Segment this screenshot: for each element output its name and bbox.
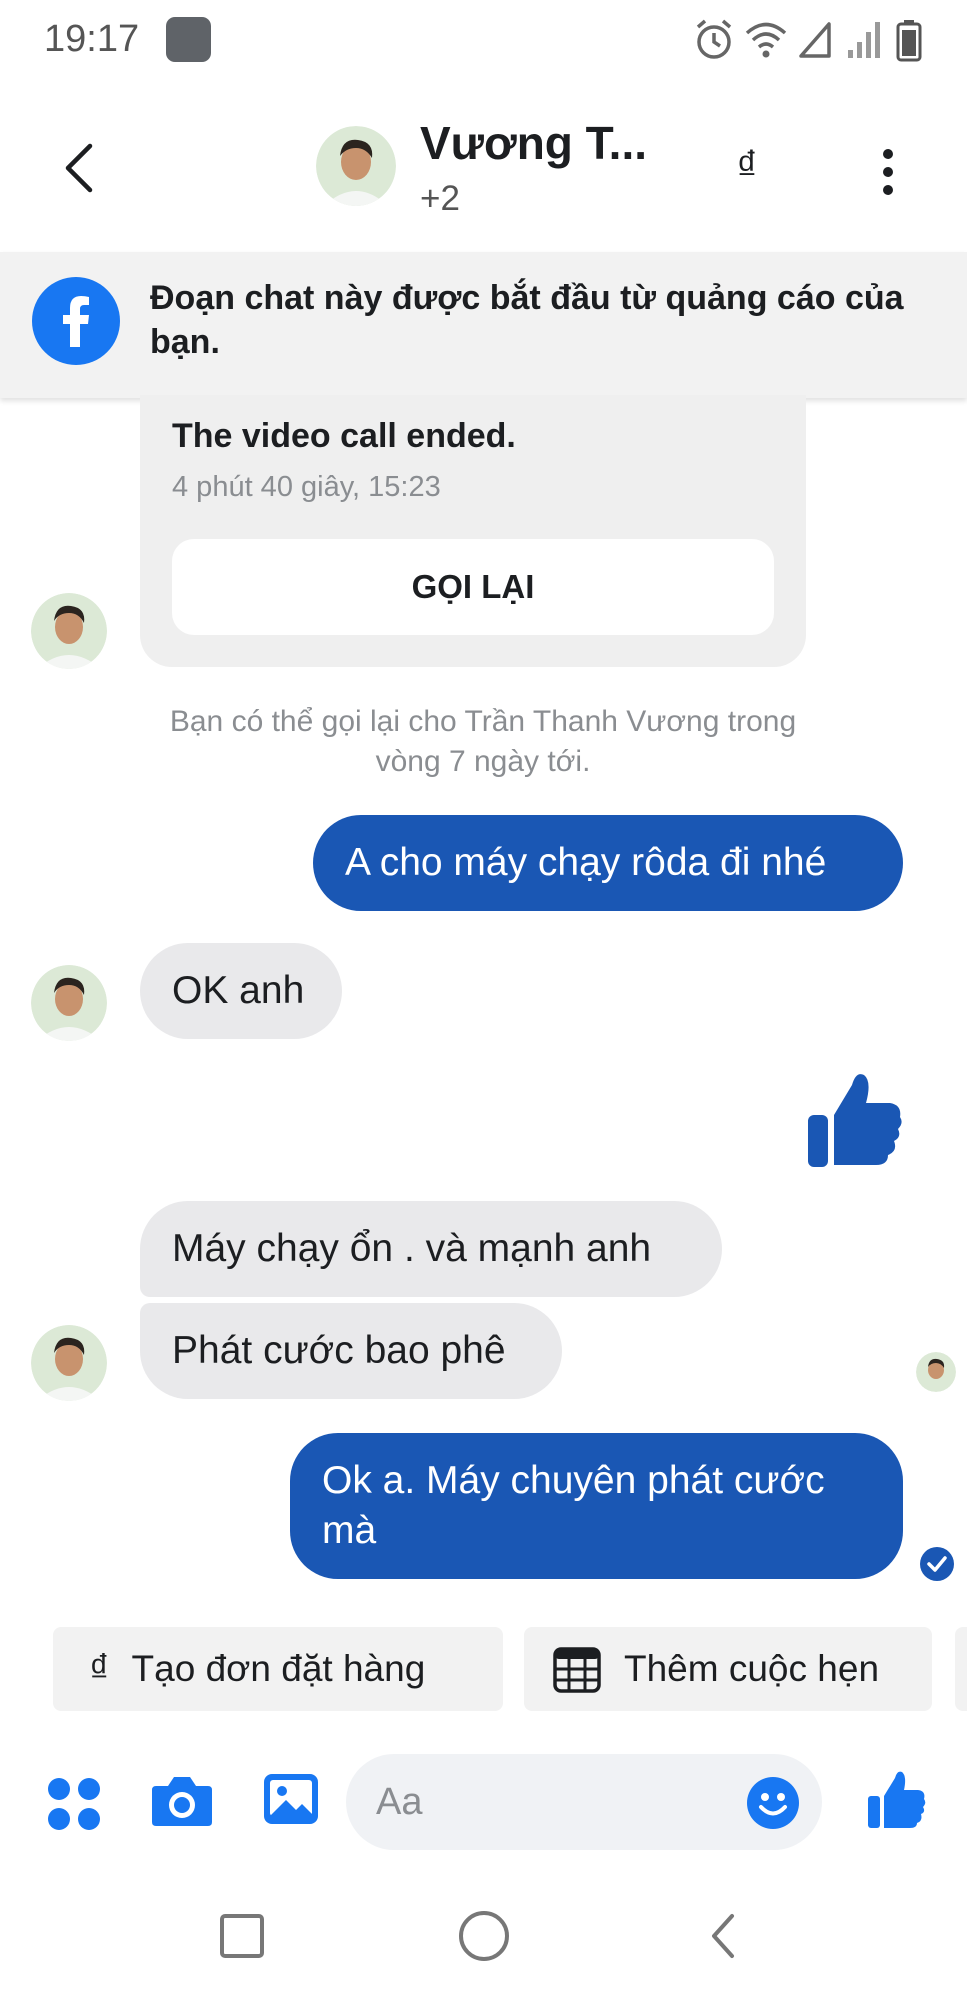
payment-button[interactable]: ₫ [725,142,769,194]
calendar-icon [552,1644,602,1694]
app-notification-icon [166,17,211,62]
signal-sim1-icon [799,22,831,58]
recent-apps-button[interactable] [220,1914,264,1958]
incoming-message[interactable]: Phát cước bao phê [140,1303,562,1399]
like-button-icon[interactable] [866,1768,926,1830]
contact-avatar[interactable] [31,593,107,669]
more-actions-chip[interactable] [955,1627,967,1711]
add-appointment-chip[interactable]: Thêm cuộc hẹn [524,1627,932,1711]
ad-origin-banner: Đoạn chat này được bắt đầu từ quảng cáo … [0,252,967,398]
add-appointment-label: Thêm cuộc hẹn [624,1648,880,1689]
video-call-ended-card: The video call ended. 4 phút 40 giây, 15… [140,395,806,667]
create-order-label: Tạo đơn đặt hàng [131,1648,426,1689]
seen-by-avatar [916,1352,956,1392]
home-button[interactable] [459,1911,509,1961]
incoming-message[interactable]: OK anh [140,943,342,1039]
ad-origin-text: Đoạn chat này được bắt đầu từ quảng cáo … [150,279,904,361]
outgoing-message[interactable]: A cho máy chạy rôda đi nhé [313,815,903,911]
alarm-icon [696,19,732,59]
dong-currency-icon: ₫ [89,1646,110,1691]
message-composer [0,1738,967,1868]
battery-icon [896,20,922,62]
contact-avatar[interactable] [31,965,107,1041]
incoming-message[interactable]: Máy chạy ổn . và mạnh anh [140,1201,722,1297]
call-back-hint: Bạn có thể gọi lại cho Trần Thanh Vương … [169,705,797,778]
delivered-check-icon [920,1547,954,1581]
create-order-chip[interactable]: ₫ Tạo đơn đặt hàng [53,1627,503,1711]
signal-sim2-icon [848,22,880,58]
gallery-icon[interactable] [262,1772,320,1826]
wifi-icon [745,22,787,58]
contact-name[interactable]: Vương T... [420,116,647,170]
back-button[interactable] [52,136,104,200]
outgoing-message[interactable]: Ok a. Máy chuyên phát cước mà [290,1433,903,1579]
system-back-button[interactable] [708,1912,738,1960]
status-time: 19:17 [44,18,140,60]
emoji-icon[interactable] [746,1776,800,1830]
contact-avatar[interactable] [316,126,396,206]
more-apps-icon[interactable] [46,1776,102,1832]
system-navigation-bar [0,1868,967,1998]
contact-avatar[interactable] [31,1325,107,1401]
call-back-button[interactable]: GỌI LẠI [172,539,774,635]
call-duration-time: 4 phút 40 giây, 15:23 [172,471,441,503]
thumbs-up-sticker[interactable] [800,1065,908,1173]
facebook-icon [32,277,120,365]
more-options-button[interactable] [866,142,910,202]
camera-icon[interactable] [150,1772,214,1830]
participants-count: +2 [420,179,460,218]
status-bar: 19:17 [0,0,967,84]
conversation-header: Vương T... +2 ₫ [0,84,967,252]
call-ended-title: The video call ended. [172,417,516,455]
